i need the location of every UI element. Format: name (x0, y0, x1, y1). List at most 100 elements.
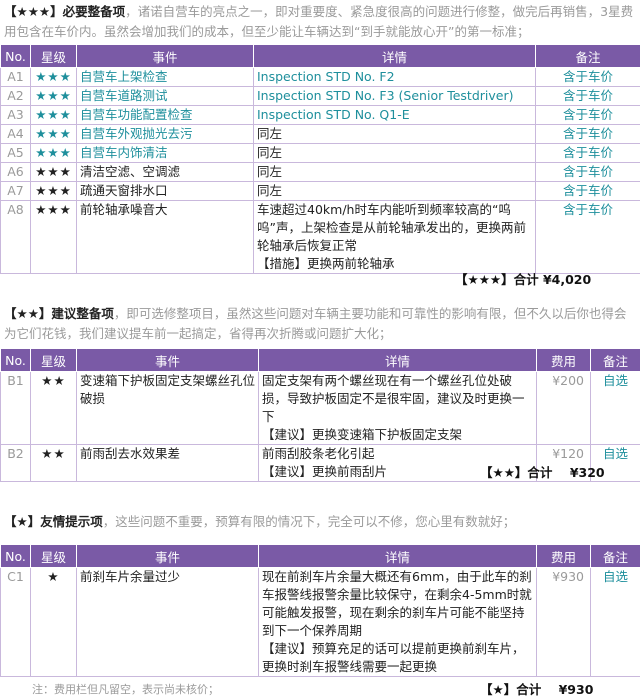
section_b-header-cell: No. (0, 348, 31, 372)
event-cell: 疏通天窗排水口 (76, 181, 254, 201)
section-b-total: 【★★】合计 ¥320 (480, 465, 605, 480)
detail-cell: 同左 (253, 181, 536, 201)
row-number: A6 (0, 162, 31, 182)
detail-text: 同左 (257, 145, 283, 160)
section_b-header-cell: 费用 (536, 348, 591, 372)
event-cell: 前雨刮去水效果差 (76, 444, 259, 482)
row-number: A7 (0, 181, 31, 201)
event-cell: 自营车外观抛光去污 (76, 124, 254, 144)
detail-text: Inspection STD No. Q1-E (257, 107, 410, 122)
section_c-header-cell: 详情 (258, 544, 537, 568)
table-row: A6 ★★★ 清洁空滤、空调滤 同左 含于车价 (0, 162, 640, 182)
section-c-intro: 【★】友情提示项，这些问题不重要，预算有限的情况下，完全可以不修，您心里有数就好… (4, 512, 636, 532)
table-row: A5 ★★★ 自营车内饰清洁 同左 含于车价 (0, 143, 640, 163)
note-cell: 含于车价 (535, 124, 640, 144)
detail-text: 同左 (257, 183, 283, 198)
detail-text: 同左 (257, 126, 283, 141)
detail-text: Inspection STD No. F2 (257, 69, 395, 84)
fee-cell: ¥930 (536, 567, 591, 677)
detail-cell: Inspection STD No. Q1-E (253, 105, 536, 125)
section-b-intro: 【★★】建议整备项，即可选修整项目，虽然这些问题对车辆主要功能和可靠性的影响有限… (4, 304, 636, 344)
detail-cell: 车速超过40km/h时车内能听到频率较高的“呜呜”声，上架检查是从前轮轴承发出的… (253, 200, 536, 274)
note-cell: 含于车价 (535, 162, 640, 182)
section-b-header-row: No. 星级 事件 详情 费用 备注 (0, 348, 640, 372)
section_c-header-cell: 费用 (536, 544, 591, 568)
detail-cell: 同左 (253, 162, 536, 182)
row-number: A4 (0, 124, 31, 144)
section_b-header-cell: 星级 (30, 348, 77, 372)
event-cell: 自营车内饰清洁 (76, 143, 254, 163)
detail-text: Inspection STD No. F3 (Senior Testdriver… (257, 88, 514, 103)
detail-text: 前雨刮胶条老化引起 【建议】更换前雨刮片 (262, 446, 388, 479)
detail-text: 现在前刹车片余量大概还有6mm，由于此车的刹车报警线报警余量比较保守，在剩余4-… (262, 569, 532, 674)
footnote: 注：费用栏但凡留空，表示尚未核价； (32, 683, 219, 696)
note-cell: 含于车价 (535, 67, 640, 87)
star-rating: ★★★ (30, 124, 77, 144)
table-row: A3 ★★★ 自营车功能配置检查 Inspection STD No. Q1-E 含于车… (0, 105, 640, 125)
detail-cell: 现在前刹车片余量大概还有6mm，由于此车的刹车报警线报警余量比较保守，在剩余4-… (258, 567, 537, 677)
section_c-header-cell: 备注 (590, 544, 640, 568)
detail-cell: Inspection STD No. F3 (Senior Testdriver… (253, 86, 536, 106)
star-rating: ★★ (30, 371, 77, 445)
star-rating: ★★★ (30, 105, 77, 125)
detail-cell: 同左 (253, 143, 536, 163)
note-cell: 含于车价 (535, 143, 640, 163)
star-rating: ★★★ (30, 86, 77, 106)
section-b-lead: 【★★】建议整备项 (4, 306, 114, 321)
section-c-total: 【★】合计 ¥930 (480, 682, 594, 697)
detail-cell: 同左 (253, 124, 536, 144)
section_a-header-cell: 星级 (30, 44, 77, 68)
event-cell: 自营车上架检查 (76, 67, 254, 87)
note-cell: 含于车价 (535, 86, 640, 106)
star-rating: ★★★ (30, 162, 77, 182)
section-a-total: 【★★★】合计 ¥4,020 (455, 272, 592, 287)
section_a-header-cell: No. (0, 44, 31, 68)
star-rating: ★★★ (30, 67, 77, 87)
section_b-header-cell: 详情 (258, 348, 537, 372)
section-a-header-row: No. 星级 事件 详情 备注 (0, 44, 640, 68)
section_c-header-cell: 星级 (30, 544, 77, 568)
section-c-header-row: No. 星级 事件 详情 费用 备注 (0, 544, 640, 568)
row-number: A2 (0, 86, 31, 106)
row-number: A1 (0, 67, 31, 87)
row-number: C1 (0, 567, 31, 677)
section_a-header-cell: 事件 (76, 44, 254, 68)
section_a-header-cell: 详情 (253, 44, 536, 68)
table-row: A2 ★★★ 自营车道路测试 Inspection STD No. F3 (Senio… (0, 86, 640, 106)
table-row: B1 ★★ 变速箱下护板固定支架螺丝孔位破损 固定支架有两个螺丝现在有一个螺丝孔位处破… (0, 371, 640, 445)
row-number: A8 (0, 200, 31, 274)
note-cell: 自选 (590, 371, 640, 445)
event-cell: 自营车道路测试 (76, 86, 254, 106)
event-cell: 清洁空滤、空调滤 (76, 162, 254, 182)
detail-text: 同左 (257, 164, 283, 179)
note-cell: 含于车价 (535, 200, 640, 274)
section-c-table: No. 星级 事件 详情 费用 备注 C1 ★ 前刹车片余量过少 现在前刹车片余量大概还有6mm… (0, 544, 640, 677)
section-a-table: No. 星级 事件 详情 备注 A1 ★★★ 自营车上架检查 Inspection STD N… (0, 44, 640, 274)
row-number: B1 (0, 371, 31, 445)
detail-text: 固定支架有两个螺丝现在有一个螺丝孔位处破损，导致护板固定不是很牢固，建议及时更换… (262, 373, 525, 442)
note-cell: 自选 (590, 567, 640, 677)
section_b-header-cell: 备注 (590, 348, 640, 372)
table-row: A8 ★★★ 前轮轴承噪音大 车速超过40km/h时车内能听到频率较高的“呜呜”声，上… (0, 200, 640, 274)
event-cell: 前轮轴承噪音大 (76, 200, 254, 274)
section-c-lead: 【★】友情提示项 (4, 514, 103, 529)
section-c-intro-text: ，这些问题不重要，预算有限的情况下，完全可以不修，您心里有数就好； (102, 514, 516, 529)
row-number: A5 (0, 143, 31, 163)
star-rating: ★★★ (30, 200, 77, 274)
section_c-header-cell: No. (0, 544, 31, 568)
row-number: B2 (0, 444, 31, 482)
event-cell: 变速箱下护板固定支架螺丝孔位破损 (76, 371, 259, 445)
section_b-header-cell: 事件 (76, 348, 259, 372)
table-row: C1 ★ 前刹车片余量过少 现在前刹车片余量大概还有6mm，由于此车的刹车报警线报警余… (0, 567, 640, 677)
note-cell: 含于车价 (535, 181, 640, 201)
star-rating: ★★ (30, 444, 77, 482)
event-cell: 自营车功能配置检查 (76, 105, 254, 125)
section-a-intro: 【★★★】必要整备项，诸诺自营车的亮点之一，即对重要度、紧急度很高的问题进行修整… (4, 2, 636, 42)
detail-cell: Inspection STD No. F2 (253, 67, 536, 87)
star-rating: ★★★ (30, 143, 77, 163)
section_c-header-cell: 事件 (76, 544, 259, 568)
section-a-lead: 【★★★】必要整备项 (4, 4, 126, 19)
fee-cell: ¥200 (536, 371, 591, 445)
section_a-header-cell: 备注 (535, 44, 640, 68)
row-number: A3 (0, 105, 31, 125)
